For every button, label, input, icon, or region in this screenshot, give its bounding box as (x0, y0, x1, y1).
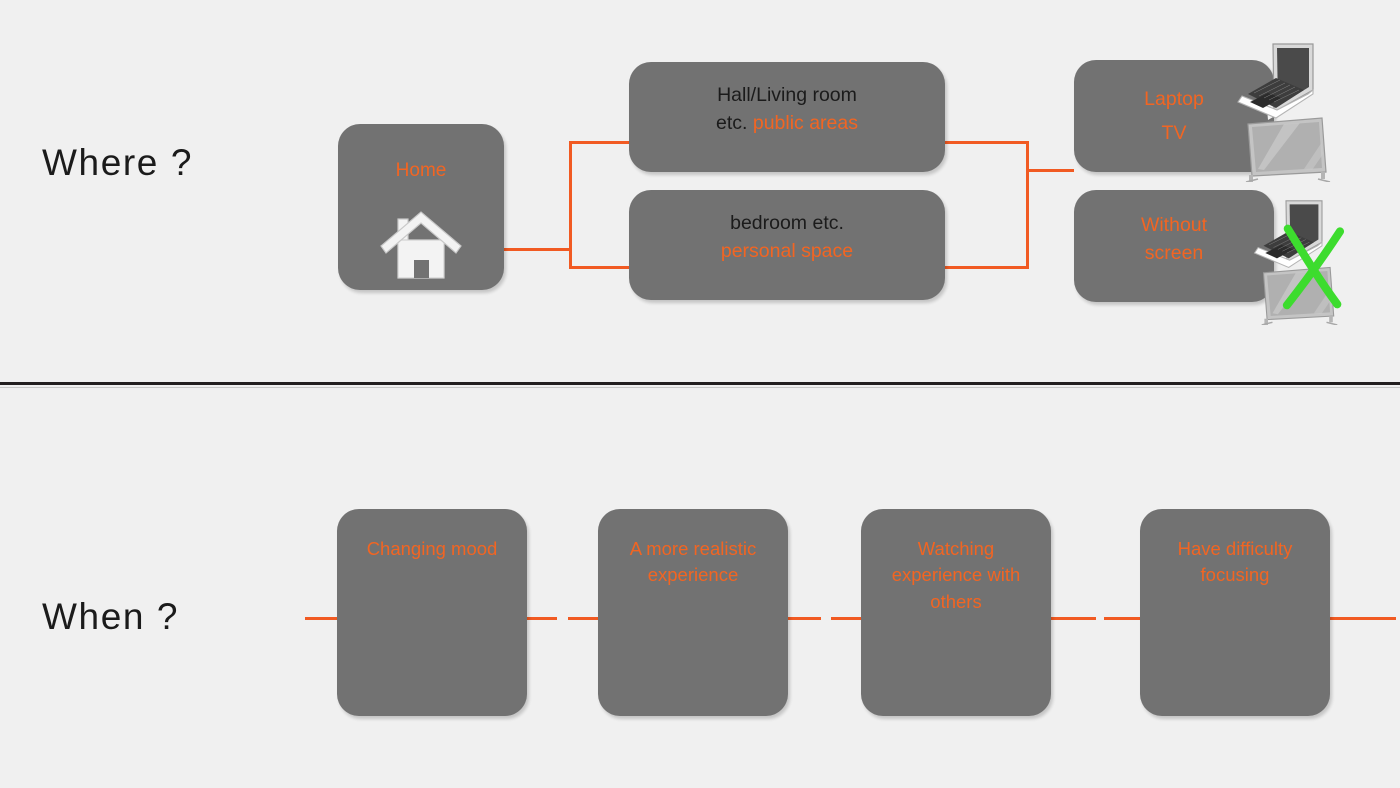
section-title-where: Where ? (42, 142, 194, 183)
house-icon (378, 208, 464, 287)
card-without-screen-line-1: Without (1140, 214, 1208, 236)
card-when-label-4: Have difficulty focusing (1177, 538, 1293, 586)
slide-canvas: Where ? Home Hall/Living room etc. publi… (0, 0, 1400, 788)
card-when-watching-with-others[interactable]: Watching experience with others (861, 509, 1051, 716)
card-personal-space-accent: personal space (720, 239, 854, 262)
card-public-areas-prefix: etc. (715, 111, 753, 134)
card-when-label-1: Changing mood (366, 538, 498, 559)
card-public-areas-primary: Hall/Living room (717, 84, 857, 106)
card-devices[interactable]: Laptop TV (1074, 60, 1274, 172)
card-devices-line-1: Laptop (1144, 88, 1204, 110)
card-home-label: Home (395, 160, 447, 181)
card-devices-text: Laptop TV (1074, 82, 1274, 150)
card-personal-space-primary: bedroom etc. (730, 212, 844, 234)
section-title-when: When ? (42, 596, 180, 637)
connector-home-to-bracket (504, 248, 571, 251)
card-when-realistic-experience[interactable]: A more realistic experience (598, 509, 788, 716)
card-without-screen-line-2: screen (1144, 241, 1204, 264)
card-public-areas-accent: public areas (752, 111, 858, 134)
connector-bracket-left (569, 141, 572, 269)
card-devices-line-2: TV (1161, 122, 1187, 145)
green-cross-icon (1282, 224, 1345, 310)
connector-bracket-right (1026, 141, 1029, 269)
card-personal-space-text: bedroom etc. personal space (629, 210, 945, 265)
card-when-changing-mood[interactable]: Changing mood (337, 509, 527, 716)
card-home[interactable]: Home (338, 124, 504, 290)
card-public-areas-text: Hall/Living room etc. public areas (629, 82, 945, 137)
card-personal-space[interactable]: bedroom etc. personal space (629, 190, 945, 300)
card-when-label-2: A more realistic experience (629, 538, 757, 586)
card-without-screen[interactable]: Without screen (1074, 190, 1274, 302)
section-divider-shadow (0, 387, 1400, 388)
section-divider (0, 382, 1400, 385)
card-without-screen-text: Without screen (1074, 212, 1274, 267)
card-when-label-3: Watching experience with others (891, 538, 1021, 612)
card-when-difficulty-focusing[interactable]: Have difficulty focusing (1140, 509, 1330, 716)
card-public-areas[interactable]: Hall/Living room etc. public areas (629, 62, 945, 172)
connector-bracket-to-devices (1026, 169, 1074, 172)
